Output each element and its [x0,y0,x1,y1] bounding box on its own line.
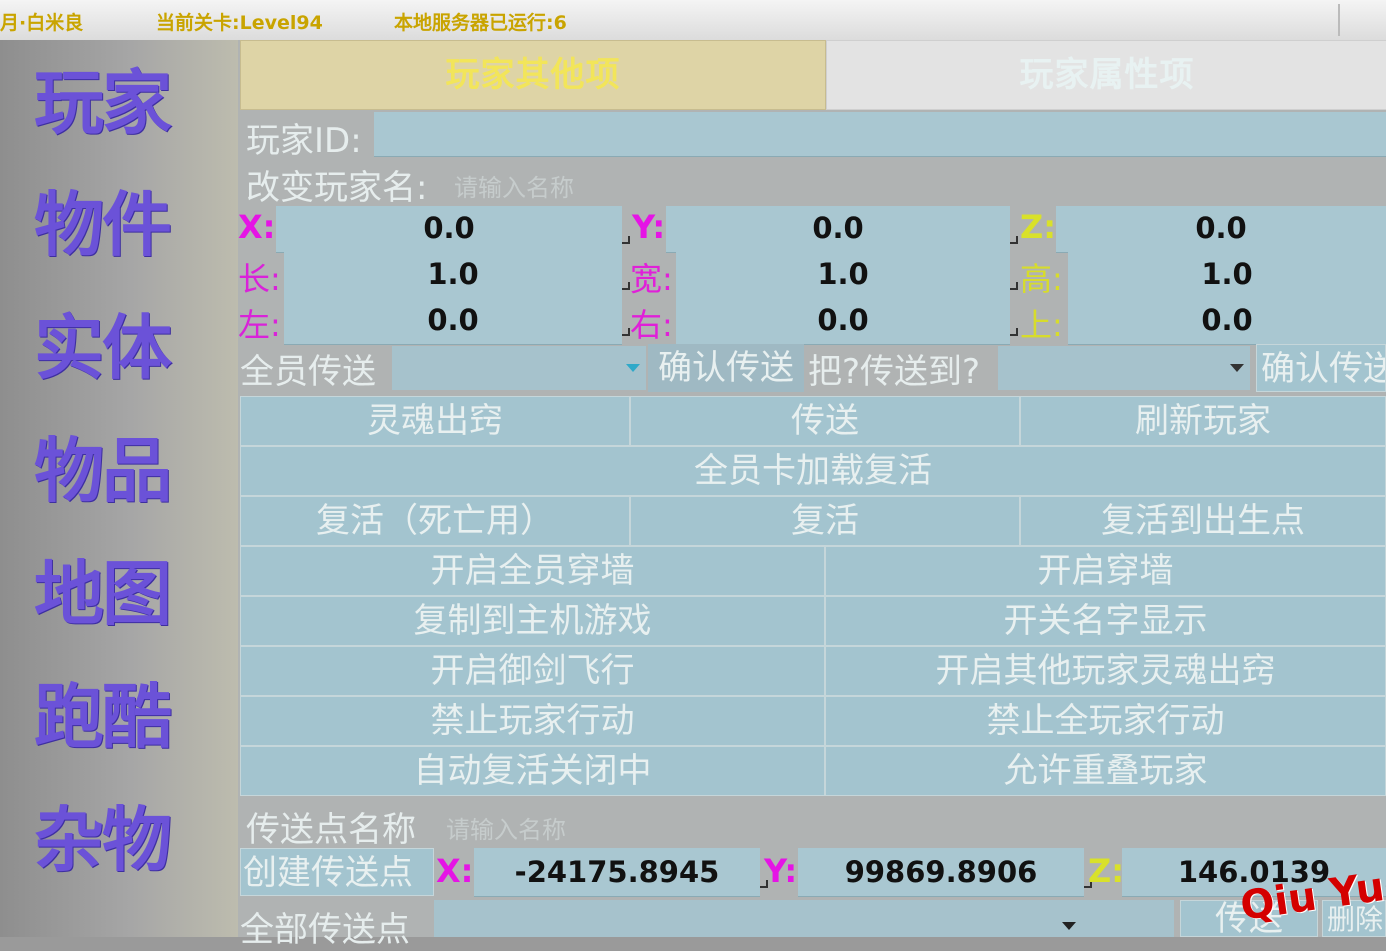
resize-corner-icon [1010,282,1018,290]
all-noclip-button[interactable]: 开启全员穿墙 [240,546,825,596]
revive-button[interactable]: 复活 [630,496,1020,546]
triangle-down-icon [1062,922,1076,930]
up-value: 0.0 [1201,303,1253,337]
teleport-all-dropdown[interactable] [392,346,646,390]
sidebar-item-object[interactable]: 物件 [34,170,204,280]
tp-x-input[interactable]: -24175.8945 [474,848,768,897]
player-name: 月·白米良 [0,12,84,34]
y-label: Y: [632,208,666,246]
width-value: 1.0 [817,257,869,291]
z-input[interactable]: 0.0 [1056,206,1386,253]
z-label: Z: [1020,208,1056,246]
sidebar: 玩家 物件 实体 物品 地图 跑酷 杂物 [0,40,238,937]
teleport-point-name-input[interactable]: 请输入名称 [446,810,566,845]
sidebar-item-player[interactable]: 玩家 [34,48,204,158]
x-input[interactable]: 0.0 [276,206,630,253]
sidebar-item-map[interactable]: 地图 [34,539,204,649]
sidebar-item-parkour[interactable]: 跑酷 [34,662,204,772]
width-input[interactable]: 1.0 [676,252,1018,299]
revive-dead-button[interactable]: 复活（死亡用） [240,496,630,546]
rename-input[interactable]: 请输入名称 [454,168,574,203]
tp-z-label: Z: [1088,852,1124,890]
toggle-names-button[interactable]: 开关名字显示 [825,596,1386,646]
resize-corner-icon [622,236,630,244]
tp-x-label: X: [436,852,474,890]
current-level: 当前关卡:Level94 [156,12,323,34]
revive-spawn-button[interactable]: 复活到出生点 [1020,496,1386,546]
player-id-label: 玩家ID: [246,121,362,161]
resize-corner-icon [622,328,630,336]
up-label: 上: [1020,306,1063,344]
triangle-down-icon [626,364,640,372]
others-soul-out-button[interactable]: 开启其他玩家灵魂出窍 [825,646,1386,696]
soul-out-button[interactable]: 灵魂出窍 [240,396,630,446]
resize-corner-icon [622,282,630,290]
tp-x-value: -24175.8945 [514,855,720,889]
right-label: 右: [630,306,673,344]
tab-player-other[interactable]: 玩家其他项 [240,40,826,110]
all-load-revive-button[interactable]: 全员卡加载复活 [240,446,1386,496]
teleport-points-dropdown[interactable] [434,900,1174,937]
tp-y-value: 99869.8906 [844,855,1038,889]
triangle-down-icon [1230,364,1244,372]
resize-corner-icon [1010,328,1018,336]
status-divider [1338,4,1340,36]
left-input[interactable]: 0.0 [284,298,630,345]
refresh-player-button[interactable]: 刷新玩家 [1020,396,1386,446]
y-value: 0.0 [812,211,864,245]
sidebar-item-entity[interactable]: 实体 [34,293,204,403]
height-value: 1.0 [1201,257,1253,291]
x-value: 0.0 [423,211,475,245]
width-label: 宽: [630,260,673,298]
sidebar-item-item[interactable]: 物品 [34,416,204,526]
noclip-button[interactable]: 开启穿墙 [825,546,1386,596]
sword-fly-button[interactable]: 开启御剑飞行 [240,646,825,696]
height-label: 高: [1020,260,1063,298]
right-value: 0.0 [817,303,869,337]
right-input[interactable]: 0.0 [676,298,1018,345]
allow-overlap-button[interactable]: 允许重叠玩家 [825,746,1386,796]
auto-revive-button[interactable]: 自动复活关闭中 [240,746,825,796]
teleport-who-label: 把?传送到? [808,352,981,392]
all-teleport-points-label: 全部传送点 [240,910,410,950]
main-panel: 玩家其他项 玩家属性项 玩家ID: 改变玩家名: 请输入名称 X: 0.0 Y:… [238,40,1386,950]
copy-to-host-button[interactable]: 复制到主机游戏 [240,596,825,646]
sidebar-item-misc[interactable]: 杂物 [34,785,204,895]
up-input[interactable]: 0.0 [1068,298,1386,345]
ban-all-button[interactable]: 禁止全玩家行动 [825,696,1386,746]
rename-label: 改变玩家名: [246,168,428,208]
left-label: 左: [238,306,281,344]
x-label: X: [238,208,276,246]
y-input[interactable]: 0.0 [666,206,1018,253]
length-label: 长: [238,260,281,298]
length-input[interactable]: 1.0 [284,252,630,299]
resize-corner-icon [1010,236,1018,244]
z-value: 0.0 [1195,211,1247,245]
ban-player-button[interactable]: 禁止玩家行动 [240,696,825,746]
height-input[interactable]: 1.0 [1068,252,1386,299]
server-status: 本地服务器已运行:6 [394,12,567,34]
create-teleport-point-button[interactable]: 创建传送点 [240,848,434,896]
tp-y-input[interactable]: 99869.8906 [798,848,1092,897]
teleport-button[interactable]: 传送 [630,396,1020,446]
teleport-all-label: 全员传送 [240,352,376,392]
teleport-target-dropdown[interactable] [998,346,1250,390]
confirm-teleport-all-button[interactable]: 确认传送 [648,344,804,392]
left-value: 0.0 [427,303,479,337]
length-value: 1.0 [427,257,479,291]
teleport-point-name-label: 传送点名称 [246,810,416,850]
player-id-input[interactable] [374,112,1386,157]
confirm-teleport-button[interactable]: 确认传送 [1256,344,1386,392]
status-bar: 月·白米良 当前关卡:Level94 本地服务器已运行:6 [0,0,1386,41]
tab-player-attributes[interactable]: 玩家属性项 [826,40,1386,110]
tp-y-label: Y: [764,852,798,890]
